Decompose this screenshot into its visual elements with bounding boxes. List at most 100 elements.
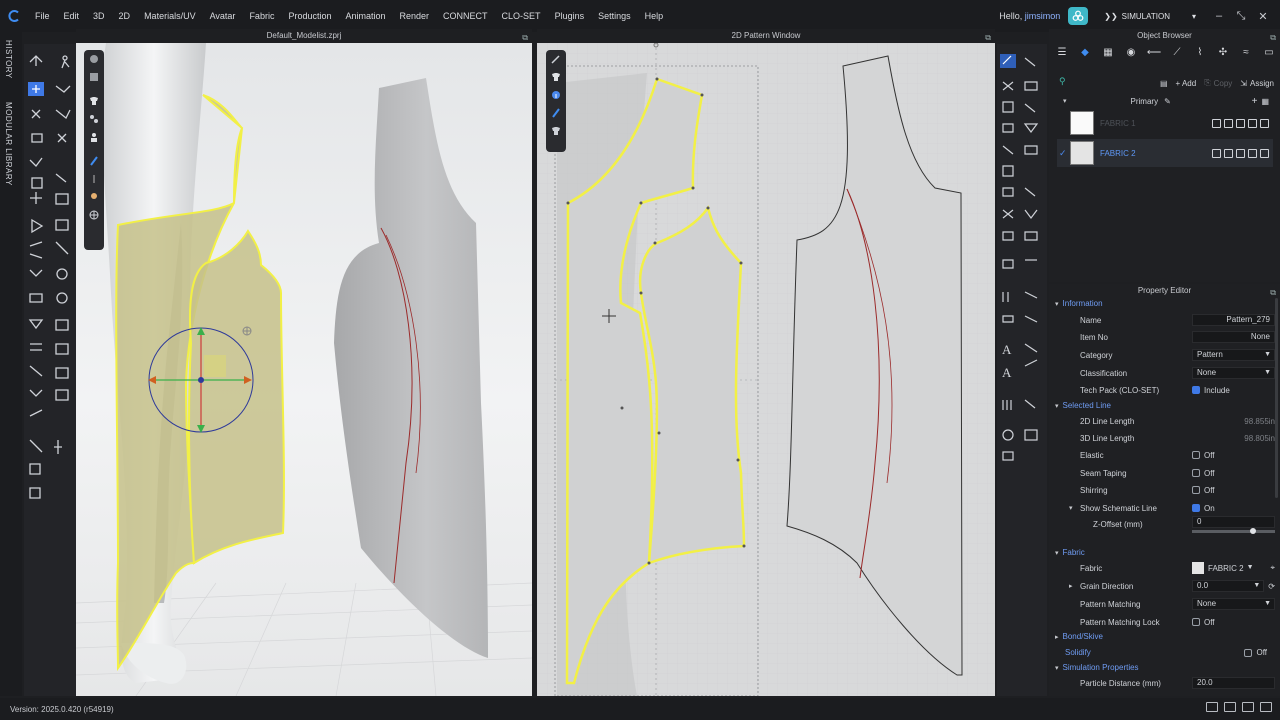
garment-display-icon[interactable] — [546, 122, 566, 140]
mode-selector[interactable]: ❯❯ SIMULATION ▾ — [1096, 12, 1204, 21]
seam-checkbox[interactable] — [1192, 469, 1200, 477]
menu-file[interactable]: File — [28, 11, 57, 21]
avatar-skin-icon[interactable] — [84, 188, 104, 206]
duplicate-icon[interactable] — [1224, 148, 1233, 158]
chevron-right-icon[interactable]: ▸ — [1069, 582, 1080, 590]
tab-history[interactable]: HISTORY — [4, 40, 13, 79]
menu-plugins[interactable]: Plugins — [548, 11, 592, 21]
checker-icon[interactable]: ▦ — [1099, 44, 1117, 60]
group-row[interactable]: ▾ Primary ✎ + ▦ — [1057, 95, 1273, 107]
matching-select[interactable]: None ▼ — [1192, 598, 1275, 610]
properties-icon[interactable] — [1212, 118, 1221, 128]
shirt-icon[interactable] — [546, 68, 566, 86]
menu-edit[interactable]: Edit — [57, 11, 87, 21]
display-avatar-icon[interactable] — [84, 50, 104, 68]
minimize-icon[interactable]: – — [1212, 10, 1226, 22]
undock-icon[interactable]: ⧉ — [1270, 31, 1276, 44]
menu-fabric[interactable]: Fabric — [242, 11, 281, 21]
edit-icon[interactable]: ✎ — [1164, 97, 1171, 106]
topstitch-icon[interactable]: ⟵ — [1145, 44, 1163, 60]
section-simulation[interactable]: ▾ Simulation Properties — [1055, 663, 1139, 672]
lock-checkbox[interactable] — [1192, 618, 1200, 626]
elastic-checkbox[interactable] — [1192, 451, 1200, 459]
properties-icon[interactable] — [1212, 148, 1221, 158]
lock-icon[interactable] — [1260, 148, 1269, 158]
category-select[interactable]: Pattern ▼ — [1192, 349, 1275, 361]
techpack-checkbox[interactable] — [1192, 386, 1200, 394]
menu-avatar[interactable]: Avatar — [203, 11, 243, 21]
zoffset-slider[interactable] — [1192, 527, 1275, 534]
texture-icon[interactable] — [84, 110, 104, 128]
chevron-down-icon[interactable]: ▾ — [1069, 504, 1080, 512]
particle-input[interactable]: 20.0 — [1192, 677, 1275, 689]
duplicate-icon[interactable] — [1224, 118, 1233, 128]
grain-input[interactable]: 0.0 ▼ — [1192, 580, 1265, 592]
user-name[interactable]: jimsimon — [1025, 11, 1061, 21]
fabric-tab-icon[interactable]: ◆ — [1076, 44, 1094, 60]
section-solidify[interactable]: Solidify Off — [1055, 648, 1267, 657]
window-3d-icon[interactable] — [1242, 702, 1254, 712]
zipper-icon[interactable]: ⌇ — [1191, 44, 1209, 60]
thread-icon[interactable] — [84, 152, 104, 170]
folder-icon[interactable]: ▤ — [1160, 79, 1168, 88]
line-icon[interactable]: ⟋ — [1168, 44, 1186, 60]
layout-icon[interactable]: ▦ — [1261, 97, 1269, 106]
avatar-icon[interactable] — [84, 128, 104, 146]
classification-select[interactable]: None ▼ — [1192, 367, 1275, 379]
menu-materials-uv[interactable]: Materials/UV — [137, 11, 203, 21]
menu-settings[interactable]: Settings — [591, 11, 638, 21]
menu-3d[interactable]: 3D — [86, 11, 112, 21]
tab-modular-library[interactable]: MODULAR LIBRARY — [4, 102, 13, 186]
solidify-checkbox[interactable] — [1244, 648, 1253, 657]
shirring-checkbox[interactable] — [1192, 486, 1200, 494]
viewport-3d[interactable] — [76, 43, 532, 696]
shirt-icon[interactable] — [84, 92, 104, 110]
delete-icon[interactable] — [1248, 148, 1257, 158]
menu-clo-set[interactable]: CLO-SET — [495, 11, 548, 21]
add-button[interactable]: + Add — [1176, 79, 1197, 88]
chevron-down-icon[interactable]: ▾ — [1063, 97, 1067, 105]
fabric-item-2[interactable]: ✓ FABRIC 2 — [1057, 139, 1273, 167]
name-input[interactable]: Pattern_279 — [1192, 314, 1275, 326]
menu-production[interactable]: Production — [281, 11, 338, 21]
button-icon[interactable]: ◉ — [1122, 44, 1140, 60]
pin-icon[interactable] — [84, 170, 104, 188]
menu-render[interactable]: Render — [393, 11, 437, 21]
picker-icon[interactable]: ⌖ — [1270, 563, 1275, 573]
section-selected-line[interactable]: ▾ Selected Line — [1055, 401, 1111, 410]
split-view-icon[interactable] — [1224, 702, 1236, 712]
puckering-icon[interactable]: ≈ — [1237, 44, 1255, 60]
section-fabric[interactable]: ▾ Fabric — [1055, 548, 1085, 557]
item-no-input[interactable]: None — [1192, 331, 1275, 343]
clo-logo-icon[interactable] — [0, 0, 28, 32]
assign-button[interactable]: ⇲ Assign — [1240, 79, 1274, 88]
menu-help[interactable]: Help — [638, 11, 671, 21]
add-icon[interactable]: + — [1252, 96, 1258, 107]
save-icon[interactable] — [1236, 148, 1245, 158]
close-icon[interactable]: ✕ — [1256, 10, 1270, 23]
save-icon[interactable] — [1236, 118, 1245, 128]
menu-animation[interactable]: Animation — [338, 11, 392, 21]
copy-button[interactable]: ⎘ Copy — [1204, 78, 1232, 88]
section-information[interactable]: ▾ Information — [1055, 299, 1103, 308]
globe-icon[interactable] — [84, 206, 104, 224]
clo-set-icon[interactable] — [1068, 7, 1089, 25]
viewport-2d[interactable] — [537, 43, 995, 696]
layout-icon[interactable] — [1206, 702, 1218, 712]
delete-icon[interactable] — [1248, 118, 1257, 128]
info-icon[interactable] — [546, 86, 566, 104]
pencil-icon[interactable] — [546, 50, 566, 68]
zoffset-input[interactable]: 0 — [1192, 515, 1275, 528]
more-icon[interactable]: ▭ — [1260, 44, 1278, 60]
section-bond-skive[interactable]: ▸ Bond/Skive — [1055, 632, 1103, 641]
fabric-select[interactable]: FABRIC 2 ▼ — [1208, 564, 1266, 573]
zoffset-slider-handle[interactable] — [1250, 527, 1257, 534]
maximize-icon[interactable]: ⤡ — [1234, 10, 1248, 23]
list-icon[interactable]: ☰ — [1053, 44, 1071, 60]
schematic-checkbox[interactable] — [1192, 504, 1200, 512]
lock-icon[interactable] — [1260, 118, 1269, 128]
menu-2d[interactable]: 2D — [112, 11, 138, 21]
thread-icon[interactable] — [546, 104, 566, 122]
scrollbar[interactable] — [1275, 298, 1278, 498]
window-2d-icon[interactable] — [1260, 702, 1272, 712]
